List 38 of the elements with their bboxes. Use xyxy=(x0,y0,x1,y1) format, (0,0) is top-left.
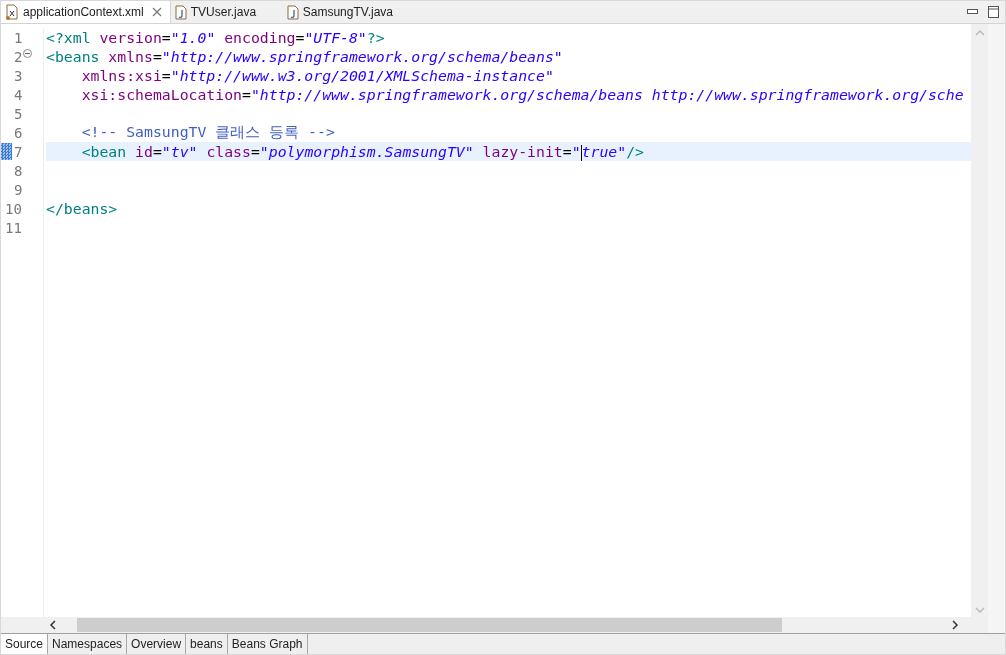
scroll-left-icon[interactable] xyxy=(49,620,57,630)
page-tab[interactable]: Source xyxy=(1,634,49,654)
code-line: <beans xmlns="http://www.springframework.org/schema/beans" xyxy=(46,48,563,65)
editor-tab[interactable]: SamsungTV.java xyxy=(282,1,401,23)
line-number: 4 xyxy=(14,86,23,103)
scrollbar-thumb[interactable] xyxy=(77,618,782,632)
line-number: 10 xyxy=(5,200,22,217)
close-icon[interactable] xyxy=(151,7,162,17)
collapse-icon[interactable] xyxy=(23,49,33,58)
code-line: <?xml version="1.0" encoding="UTF-8"?> xyxy=(46,29,385,46)
line-number: 9 xyxy=(14,181,23,198)
java-file-icon xyxy=(286,4,299,20)
line-number: 2 xyxy=(14,48,23,65)
line-number: 7 xyxy=(14,143,23,160)
line-number: 8 xyxy=(14,162,23,179)
java-file-icon xyxy=(174,4,187,20)
page-tab[interactable]: Beans Graph xyxy=(227,634,308,654)
xml-file-icon xyxy=(5,4,19,20)
line-number: 5 xyxy=(14,105,23,122)
maximize-icon[interactable] xyxy=(988,6,999,18)
line-number: 11 xyxy=(5,219,22,236)
code-line: xsi:schemaLocation="http://www.springframework.org/schema/beans http://www.springframework.org/sche xyxy=(80,86,964,103)
page-tab[interactable]: beans xyxy=(186,634,228,654)
editor-tab[interactable]: applicationContext.xml xyxy=(1,1,171,23)
code-line: </beans> xyxy=(46,200,118,217)
editor-tab[interactable]: TVUser.java xyxy=(170,1,283,23)
page-tab[interactable]: Namespaces xyxy=(48,634,128,654)
line-number: 6 xyxy=(14,124,23,141)
code-line: xmlns:xsi="http://www.w3.org/2001/XMLSchema-instance" xyxy=(80,67,554,84)
page-tab[interactable]: Overview xyxy=(127,634,187,654)
scroll-right-icon[interactable] xyxy=(951,620,959,630)
code-line: <bean id="tv" class="polymorphism.SamsungTV" lazy-init="true"/> xyxy=(80,142,644,161)
code-line: <!-- SamsungTV 클래스 등록 --> xyxy=(80,123,335,142)
line-number: 3 xyxy=(14,67,23,84)
line-number: 1 xyxy=(14,29,23,46)
annotation-marker xyxy=(1,143,12,160)
text-caret xyxy=(580,144,582,161)
minimize-icon[interactable] xyxy=(967,9,978,15)
